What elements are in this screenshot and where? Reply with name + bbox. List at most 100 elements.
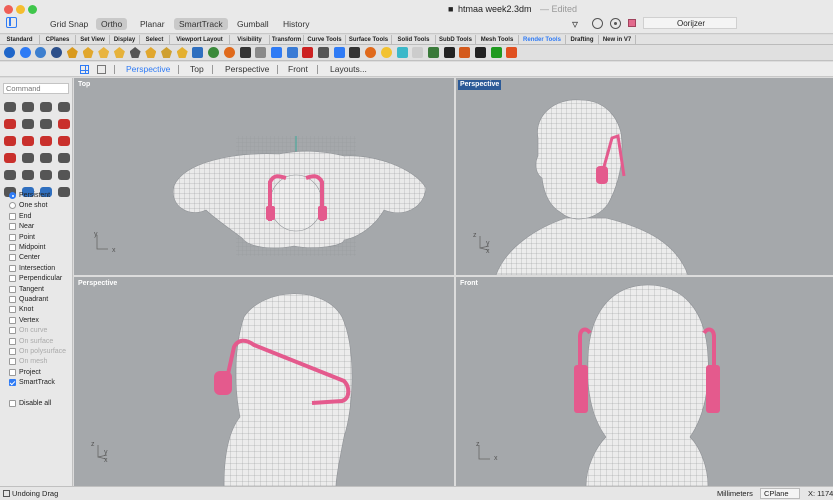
ribbon-tab-select[interactable]: Select bbox=[140, 35, 170, 45]
ribbon-tab-render-tools[interactable]: Render Tools bbox=[519, 35, 566, 45]
checkbox[interactable] bbox=[9, 348, 16, 355]
close-window-button[interactable] bbox=[4, 5, 13, 14]
history-toggle[interactable]: History bbox=[278, 18, 314, 30]
point-light-icon[interactable] bbox=[82, 47, 94, 58]
smarttrack-toggle[interactable]: SmartTrack bbox=[174, 18, 228, 30]
viewport-perspective[interactable]: Perspective z y x bbox=[456, 78, 833, 275]
checkbox[interactable] bbox=[9, 316, 16, 324]
cloud-icon[interactable] bbox=[396, 47, 408, 58]
gumball-toggle[interactable]: Gumball bbox=[232, 18, 274, 30]
polyline-icon[interactable] bbox=[22, 102, 34, 112]
ribbon-tab-cplanes[interactable]: CPlanes bbox=[40, 35, 76, 45]
single-view-layout-icon[interactable] bbox=[97, 65, 106, 74]
ribbon-tab-visibility[interactable]: Visibility bbox=[230, 35, 270, 45]
units-display[interactable]: Millimeters bbox=[717, 489, 753, 498]
command-input[interactable] bbox=[3, 83, 69, 94]
texture-icon[interactable] bbox=[412, 47, 424, 58]
sidebar-toggle-icon[interactable] bbox=[6, 17, 17, 28]
car-red-icon[interactable] bbox=[58, 119, 70, 129]
ribbon-tab-solid-tools[interactable]: Solid Tools bbox=[392, 35, 436, 45]
texture-mapping-icon[interactable] bbox=[239, 47, 251, 58]
ribbon-tab-transform[interactable]: Transform bbox=[270, 35, 304, 45]
sun-dial-icon[interactable] bbox=[318, 47, 329, 58]
filter-icon[interactable]: ▿ bbox=[572, 17, 578, 31]
tab-layouts[interactable]: Layouts... bbox=[330, 64, 367, 75]
checkbox[interactable] bbox=[9, 358, 16, 366]
grid-snap-toggle[interactable]: Grid Snap bbox=[45, 18, 93, 30]
play-icon[interactable] bbox=[490, 47, 502, 58]
radio-button[interactable] bbox=[9, 202, 16, 210]
ambient-occlusion-icon[interactable] bbox=[19, 47, 31, 58]
film-icon[interactable] bbox=[475, 47, 486, 58]
tab-perspective[interactable]: Perspective bbox=[126, 64, 170, 75]
library-icon[interactable] bbox=[427, 47, 439, 58]
tab-perspective-2[interactable]: Perspective bbox=[225, 64, 269, 75]
red-box-icon[interactable] bbox=[302, 47, 314, 58]
material-sphere-icon[interactable] bbox=[365, 47, 377, 58]
ribbon-tab-standard[interactable]: Standard bbox=[0, 35, 40, 45]
ribbon-tab-subd-tools[interactable]: SubD Tools bbox=[436, 35, 476, 45]
pencil-icon[interactable] bbox=[129, 47, 141, 58]
checkbox[interactable] bbox=[9, 244, 16, 251]
cylinder-icon[interactable] bbox=[22, 119, 34, 129]
settings-icon[interactable] bbox=[58, 187, 70, 197]
checkbox[interactable] bbox=[9, 379, 16, 387]
cage-icon[interactable] bbox=[40, 153, 52, 163]
checkbox[interactable] bbox=[9, 399, 16, 407]
directional-light-icon[interactable] bbox=[98, 47, 110, 58]
car-red-icon[interactable] bbox=[4, 136, 16, 146]
checkbox[interactable] bbox=[9, 296, 16, 303]
teapot-icon[interactable] bbox=[208, 47, 220, 58]
ribbon-tab-surface-tools[interactable]: Surface Tools bbox=[346, 35, 392, 45]
radio-button[interactable] bbox=[9, 192, 16, 199]
record-history-icon[interactable] bbox=[592, 18, 603, 29]
checkbox[interactable] bbox=[9, 223, 16, 231]
car-red-icon[interactable] bbox=[58, 136, 70, 146]
box-icon[interactable] bbox=[40, 119, 52, 129]
curve-icon[interactable] bbox=[40, 102, 52, 112]
tab-top[interactable]: Top bbox=[190, 64, 204, 75]
lamp-icon[interactable] bbox=[4, 170, 16, 180]
sun-icon[interactable] bbox=[51, 47, 63, 58]
decal-icon[interactable] bbox=[255, 47, 267, 58]
checkbox[interactable] bbox=[9, 275, 16, 283]
material-ball-icon[interactable] bbox=[223, 47, 235, 58]
environment-icon[interactable] bbox=[35, 47, 47, 58]
spotlight-icon[interactable] bbox=[66, 47, 78, 58]
ortho-toggle[interactable]: Ortho bbox=[96, 18, 128, 30]
checkbox[interactable] bbox=[9, 212, 16, 220]
scale-icon[interactable] bbox=[58, 153, 70, 163]
ribbon-tab-curve-tools[interactable]: Curve Tools bbox=[304, 35, 346, 45]
tube-light-icon[interactable] bbox=[161, 47, 172, 58]
checkbox[interactable] bbox=[9, 285, 16, 293]
checkbox[interactable] bbox=[9, 264, 16, 272]
skylight-icon[interactable] bbox=[286, 47, 298, 58]
ribbon-tab-set-view[interactable]: Set View bbox=[76, 35, 110, 45]
rectangular-light-icon[interactable] bbox=[113, 47, 125, 58]
ribbon-tab-new-in-v7[interactable]: New in V7 bbox=[599, 35, 636, 45]
lamp-icon[interactable] bbox=[40, 170, 52, 180]
viewport-front[interactable]: Front z x bbox=[456, 277, 833, 486]
layer-color-swatch[interactable] bbox=[628, 19, 636, 27]
cplane-select[interactable]: CPlane bbox=[760, 488, 800, 499]
ground-plane-icon[interactable] bbox=[270, 47, 282, 58]
ribbon-tab-viewport-layout[interactable]: Viewport Layout bbox=[170, 35, 230, 45]
stop-render-icon[interactable] bbox=[506, 47, 518, 58]
car-red-icon[interactable] bbox=[22, 136, 34, 146]
car-red-icon[interactable] bbox=[4, 119, 16, 129]
viewport-top[interactable]: Top y x bbox=[74, 78, 454, 275]
checkbox[interactable] bbox=[9, 306, 16, 314]
lightning-icon[interactable] bbox=[176, 47, 188, 58]
folder-icon[interactable] bbox=[380, 47, 392, 58]
osnap-target-icon[interactable] bbox=[610, 18, 621, 29]
move-icon[interactable] bbox=[58, 170, 70, 180]
planar-toggle[interactable]: Planar bbox=[135, 18, 170, 30]
save-view-icon[interactable] bbox=[58, 102, 70, 112]
current-layer-field[interactable]: Oorijzer bbox=[643, 17, 737, 29]
ribbon-tab-drafting[interactable]: Drafting bbox=[566, 35, 599, 45]
checkbox[interactable] bbox=[9, 337, 16, 345]
checker-icon[interactable] bbox=[443, 47, 455, 58]
checkbox[interactable] bbox=[9, 368, 16, 376]
gear-sun-icon[interactable] bbox=[459, 47, 471, 58]
car-red-icon[interactable] bbox=[40, 136, 52, 146]
